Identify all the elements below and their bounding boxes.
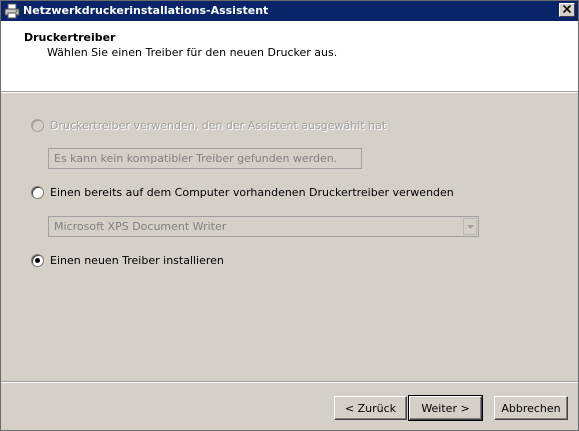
close-button[interactable]	[559, 3, 575, 17]
printer-icon	[4, 3, 20, 19]
cancel-button[interactable]: Abbrechen	[494, 396, 568, 420]
radio-existing-driver-label[interactable]: Einen bereits auf dem Computer vorhanden…	[50, 186, 454, 199]
back-button[interactable]: < Zurück	[334, 396, 407, 420]
title-bar[interactable]: Netzwerkdruckerinstallations-Assistent	[1, 1, 578, 21]
wizard-header: Druckertreiber Wählen Sie einen Treiber …	[1, 21, 578, 93]
radio-wizard-driver: Druckertreiber verwenden, den der Assist…	[31, 119, 386, 132]
existing-driver-select: Microsoft XPS Document Writer	[48, 216, 479, 237]
radio-existing-driver[interactable]: Einen bereits auf dem Computer vorhanden…	[31, 186, 454, 199]
page-subtitle: Wählen Sie einen Treiber für den neuen D…	[47, 46, 338, 59]
window-title: Netzwerkdruckerinstallations-Assistent	[23, 4, 269, 17]
radio-button-new-driver[interactable]	[31, 254, 44, 267]
close-icon	[562, 4, 572, 15]
wizard-driver-field: Es kann kein kompatibler Treiber gefunde…	[48, 148, 362, 169]
chevron-down-icon	[463, 218, 477, 235]
next-button[interactable]: Weiter >	[408, 395, 483, 421]
existing-driver-select-value: Microsoft XPS Document Writer	[54, 220, 227, 233]
radio-new-driver-label[interactable]: Einen neuen Treiber installieren	[50, 254, 224, 267]
page-title: Druckertreiber	[24, 31, 116, 44]
wizard-driver-field-value: Es kann kein kompatibler Treiber gefunde…	[54, 152, 338, 165]
wizard-window: Netzwerkdruckerinstallations-Assistent D…	[0, 0, 579, 431]
radio-wizard-driver-label: Druckertreiber verwenden, den der Assist…	[50, 119, 387, 132]
radio-button-wizard-driver	[31, 119, 44, 132]
radio-new-driver[interactable]: Einen neuen Treiber installieren	[31, 254, 224, 267]
radio-button-existing-driver[interactable]	[31, 186, 44, 199]
footer-separator	[1, 381, 578, 383]
